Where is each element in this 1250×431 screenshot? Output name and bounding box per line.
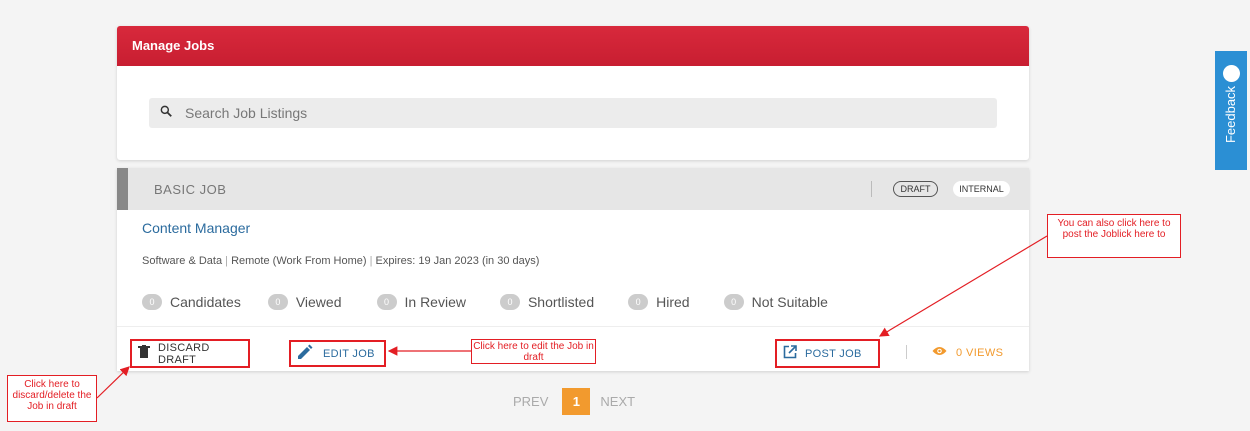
pagination: PREV 1 NEXT [513,388,635,415]
manage-jobs-card: Manage Jobs [117,26,1029,160]
prev-page-button[interactable]: PREV [513,394,548,409]
post-job-button[interactable]: POST JOB [775,339,880,368]
job-title-link[interactable]: Content Manager [142,220,250,236]
stat-hired[interactable]: 0 Hired [628,294,690,310]
current-page[interactable]: 1 [562,388,591,415]
stat-candidates[interactable]: 0 Candidates [142,294,241,310]
job-type-label: BASIC JOB [154,181,227,197]
draft-badge: DRAFT [893,181,938,197]
page-title: Manage Jobs [117,26,1029,66]
stat-count: 0 [376,294,397,310]
discard-draft-label: DISCARD DRAFT [158,341,210,366]
feedback-label: Feedback [1223,85,1238,144]
search-input[interactable] [185,105,965,121]
post-job-label: POST JOB [805,347,862,360]
job-category: Software & Data [142,255,223,267]
job-card-header: BASIC JOB DRAFT INTERNAL [117,168,1029,210]
stat-not-suitable[interactable]: 0 Not Suitable [723,294,828,310]
pencil-icon [297,344,323,363]
eye-icon [932,346,956,359]
stat-in-review[interactable]: 0 In Review [376,294,466,310]
divider [871,181,872,197]
job-meta: Software & Data | Remote (Work From Home… [142,255,540,267]
feedback-tab[interactable]: Feedback [1215,51,1247,170]
edit-job-label: EDIT JOB [323,347,375,360]
stat-shortlisted[interactable]: 0 Shortlisted [499,294,595,310]
stat-label: Viewed [295,294,342,310]
views-label: 0 VIEWS [956,346,1004,359]
annotation-discard: Click here to discard/delete the Job in … [7,375,97,422]
stat-label: In Review [404,294,466,310]
stat-label: Shortlisted [527,294,595,310]
stat-count: 0 [628,294,649,310]
stat-count: 0 [142,294,162,310]
stat-count: 0 [267,294,288,310]
views-count[interactable]: 0 VIEWS [932,346,1003,359]
candidate-stats: 0 Candidates 0 Viewed 0 In Review 0 Shortlis… [142,294,828,310]
stat-label: Hired [656,294,690,310]
edit-job-button[interactable]: EDIT JOB [289,340,386,367]
next-page-button[interactable]: NEXT [600,394,635,409]
stat-viewed[interactable]: 0 Viewed [267,294,342,310]
stat-label: Not Suitable [751,294,828,310]
stat-label: Candidates [170,294,241,310]
annotation-post: You can also click here to post the Jobl… [1047,214,1181,258]
stat-count: 0 [723,294,744,310]
arrow-discard [96,366,130,399]
discard-draft-button[interactable]: DISCARD DRAFT [130,339,250,368]
annotation-edit: Click here to edit the Job in draft [471,339,596,364]
search-bar[interactable] [149,98,997,128]
stat-count: 0 [499,294,520,310]
divider [906,345,907,359]
trash-icon [138,345,158,362]
search-icon [159,104,173,123]
internal-badge: INTERNAL [953,181,1010,197]
open-external-icon [783,345,805,362]
job-location: Remote (Work From Home) [231,255,367,267]
job-expiry: Expires: 19 Jan 2023 (in 30 days) [375,255,540,267]
